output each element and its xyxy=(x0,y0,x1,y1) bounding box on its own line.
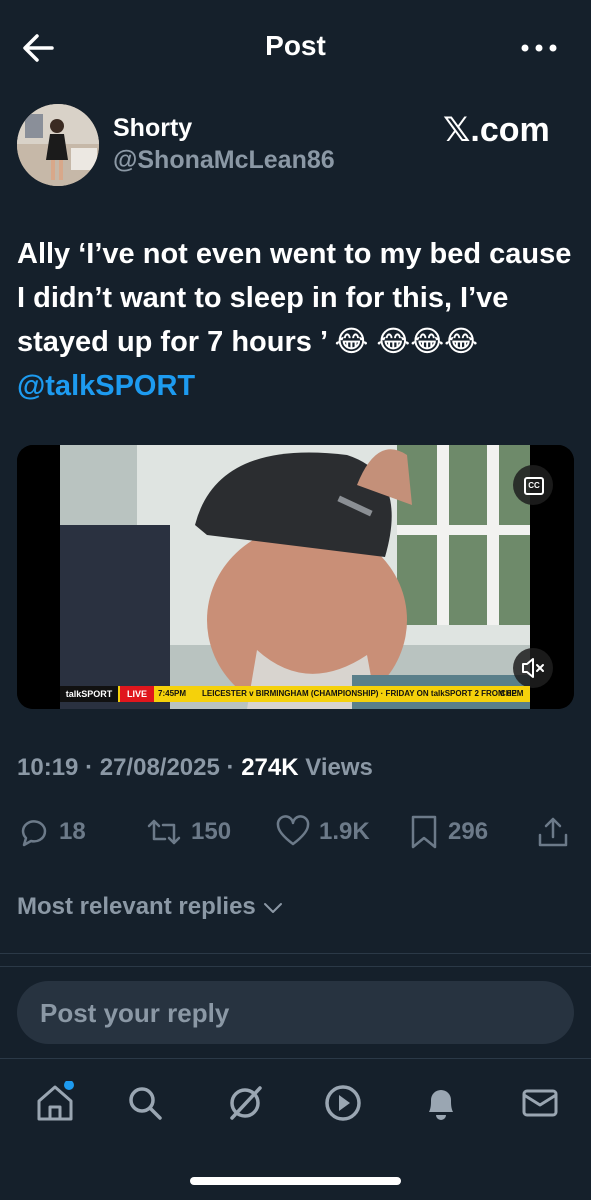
search-icon xyxy=(129,1087,162,1120)
nav-messages[interactable] xyxy=(515,1078,565,1128)
play-circle-icon xyxy=(325,1085,361,1121)
captions-icon: CC xyxy=(524,477,544,495)
avatar[interactable] xyxy=(17,104,99,186)
repost-icon xyxy=(147,819,181,845)
nav-search[interactable] xyxy=(120,1078,170,1128)
share-icon xyxy=(538,817,568,847)
replies-sort-label: Most relevant replies xyxy=(17,893,256,920)
muted-speaker-icon xyxy=(522,658,544,678)
ticker-live-badge: LIVE xyxy=(120,686,154,702)
replies-sort-dropdown[interactable]: Most relevant replies xyxy=(17,893,284,921)
mention-link[interactable]: @talkSPORT xyxy=(17,370,195,402)
tweet-time: 10:19 xyxy=(17,754,79,781)
nav-notifications[interactable] xyxy=(416,1078,466,1128)
more-dots-icon xyxy=(521,44,557,52)
divider xyxy=(0,953,591,954)
reply-placeholder: Post your reply xyxy=(40,998,230,1028)
page-title: Post xyxy=(265,30,326,61)
nav-video[interactable] xyxy=(318,1078,368,1128)
tweet-text-body: Ally ‘I’ve not even went to my bed cause… xyxy=(17,238,572,358)
divider xyxy=(0,1058,591,1059)
ticker-brand: talkSPORT xyxy=(60,686,118,702)
views-count: 274K xyxy=(241,754,299,781)
nav-home[interactable] xyxy=(30,1078,80,1128)
mute-button[interactable] xyxy=(513,648,553,688)
news-ticker: talkSPORT LIVE 7:45PM LEICESTER v BIRMIN… xyxy=(60,686,530,702)
home-indicator[interactable] xyxy=(190,1177,401,1185)
nav-grok[interactable] xyxy=(220,1078,270,1128)
ticker-time: 7:45PM xyxy=(158,689,187,698)
tweet-text-emojis: 😂😂😂 xyxy=(376,326,479,358)
tweet-date: 27/08/2025 xyxy=(99,754,220,781)
like-button[interactable]: 1.9K xyxy=(275,814,370,850)
like-count: 1.9K xyxy=(319,818,370,845)
grok-icon xyxy=(230,1086,262,1120)
captions-button[interactable]: CC xyxy=(513,465,553,505)
chevron-down-icon xyxy=(264,902,283,913)
x-watermark: 𝕏.com xyxy=(443,111,550,149)
video-player[interactable]: CC xyxy=(17,445,574,709)
bookmark-count: 296 xyxy=(448,818,489,845)
bell-icon xyxy=(429,1090,453,1120)
reply-count: 18 xyxy=(59,818,86,845)
bookmark-icon xyxy=(411,815,437,849)
reply-icon xyxy=(21,820,47,847)
ticker-tail: CHE xyxy=(500,689,517,698)
reply-button[interactable]: 18 xyxy=(17,814,86,850)
ticker-text: LEICESTER v BIRMINGHAM (CHAMPIONSHIP) · … xyxy=(202,689,524,698)
repost-button[interactable]: 150 xyxy=(145,814,231,850)
author-name[interactable]: Shorty xyxy=(113,114,192,143)
mail-icon xyxy=(522,1089,558,1117)
video-frame xyxy=(17,445,574,709)
repost-count: 150 xyxy=(191,818,232,845)
more-options-button[interactable] xyxy=(518,36,560,60)
share-button[interactable] xyxy=(537,814,569,850)
bookmark-button[interactable]: 296 xyxy=(408,814,488,850)
author-handle[interactable]: @ShonaMcLean86 xyxy=(113,146,335,175)
tweet-text: Ally ‘I’ve not even went to my bed cause… xyxy=(17,232,577,408)
heart-icon xyxy=(276,815,310,846)
tweet-meta: 10:19 · 27/08/2025 · 274K Views xyxy=(17,754,373,781)
notification-dot xyxy=(64,1081,74,1090)
views-label: Views xyxy=(305,754,373,781)
home-icon xyxy=(37,1081,74,1121)
divider xyxy=(0,966,591,967)
